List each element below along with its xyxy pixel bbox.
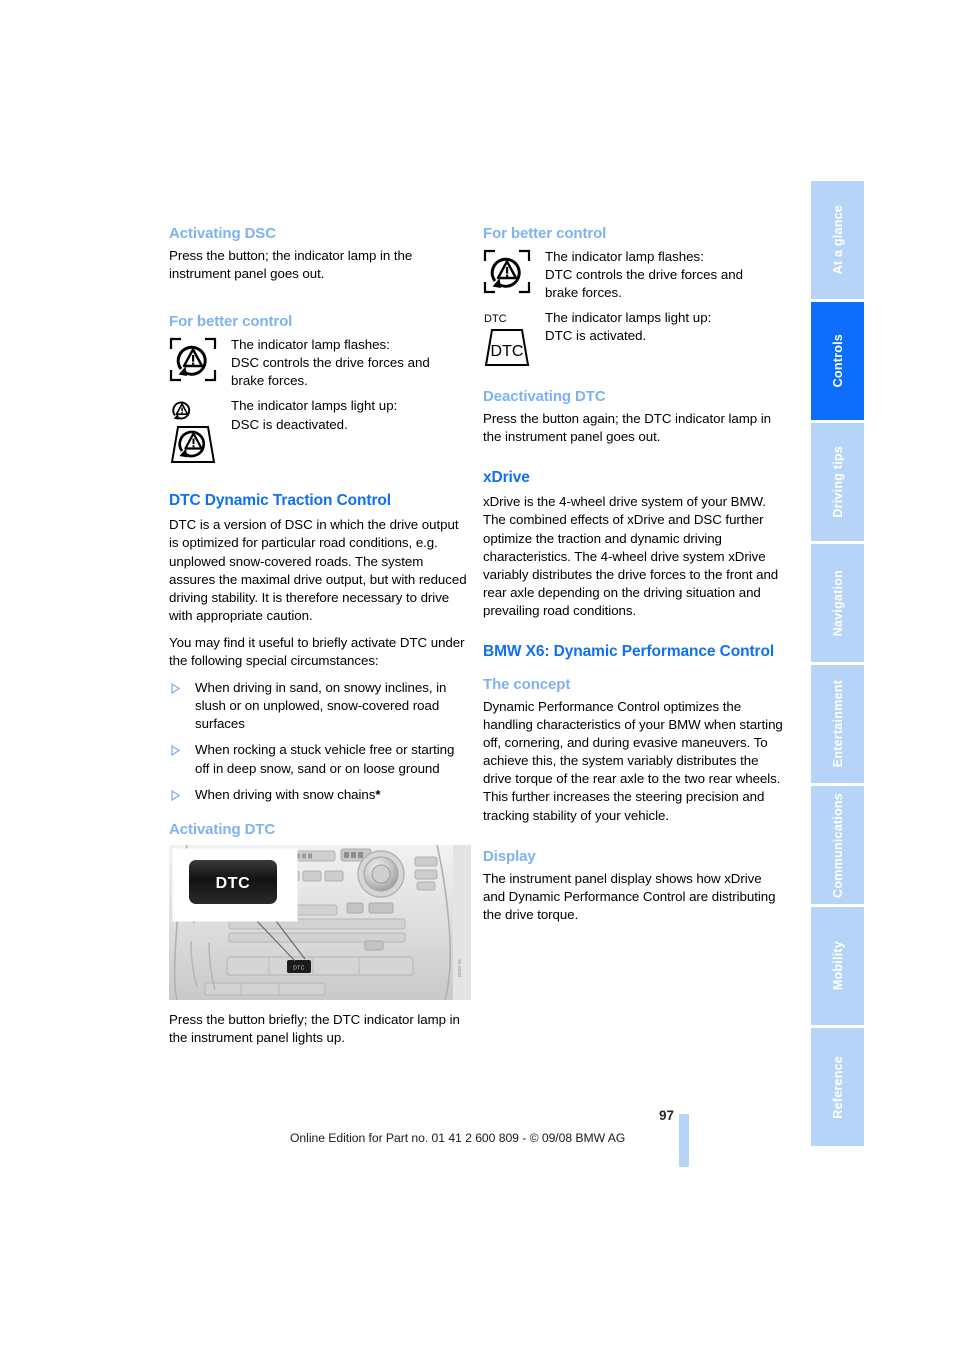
text-line: DSC is deactivated. [231, 416, 348, 432]
tab-label: Entertainment [830, 680, 845, 768]
center-console-dtc-button-illustration: DTC DTC BMW X6 [169, 844, 471, 1000]
text-line: The indicator lamp flashes: [231, 337, 390, 353]
bullet-triangle-icon [171, 789, 180, 801]
tab-label: Reference [830, 1055, 845, 1119]
text-line: DTC is activated. [545, 328, 647, 344]
text-line: The indicator lamps light up: [231, 398, 398, 414]
bullet-triangle-icon [171, 683, 180, 695]
heading-dtc-dynamic-traction-control: DTC Dynamic Traction Control [169, 492, 391, 510]
heading-the-concept: The concept [483, 675, 571, 693]
heading-deactivating-dtc: Deactivating DTC [483, 388, 606, 406]
text-line: The indicator lamp flashes: [545, 249, 704, 264]
icon-row-dtc-flashing-text: The indicator lamp flashes: DTC controls… [545, 247, 743, 302]
dtc-flashing-icon-glyph [483, 249, 545, 295]
heading-dynamic-performance-control: BMW X6: Dynamic Performance Control [483, 643, 775, 661]
paragraph-xdrive: xDrive is the 4-wheel drive system of yo… [483, 494, 779, 618]
paragraph-activating-dsc: Press the button; the indicator lamp in … [169, 248, 413, 282]
icon-row-dsc-off-text: The indicator lamps light up: DSC is dea… [231, 396, 397, 433]
page-number-bar [679, 1114, 689, 1167]
tab-label: Mobility [830, 941, 845, 991]
page-number: 97 [658, 1108, 674, 1123]
svg-text:DTC: DTC [293, 965, 304, 971]
list-item: When rocking a stuck vehicle free or sta… [169, 741, 471, 777]
paragraph-deactivating-dtc: Press the button again; the DTC indicato… [483, 411, 772, 445]
left-column: Activating DSC Press the button; the ind… [169, 225, 471, 1047]
icon-row-dsc-flashing: The indicator lamp flashes: DSC controls… [169, 335, 471, 390]
heading-display: Display [483, 847, 536, 865]
dsc-off-icon-glyph [169, 398, 231, 465]
callout-dtc-label: DTC [216, 875, 251, 892]
heading-for-better-control-dtc: For better control [483, 225, 607, 242]
dtc-on-icon-glyph: DTC DTC [483, 310, 545, 368]
dtc-small-label: DTC [484, 313, 507, 325]
heading-activating-dsc: Activating DSC [169, 225, 276, 242]
paragraph-the-concept: Dynamic Performance Control optimizes th… [483, 698, 783, 823]
section-tabs: At a glance Controls Driving tips Naviga… [811, 181, 864, 1149]
icon-row-dtc-on-text: The indicator lamps light up: DTC is act… [545, 308, 711, 345]
tab-at-a-glance[interactable]: At a glance [811, 181, 864, 299]
dtc-circumstances-list: When driving in sand, on snowy inclines,… [169, 679, 471, 804]
heading-xdrive: xDrive [483, 469, 530, 487]
icon-row-dsc-off: The indicator lamps light up: DSC is dea… [169, 396, 471, 465]
tab-reference[interactable]: Reference [811, 1028, 864, 1146]
dsc-off-icon [169, 396, 231, 465]
tab-mobility[interactable]: Mobility [811, 907, 864, 1025]
text-line: DSC controls the drive forces and [231, 355, 430, 371]
list-item: When driving in sand, on snowy inclines,… [169, 679, 471, 733]
paragraph-dtc-description: DTC is a version of DSC in which the dri… [169, 517, 467, 623]
footnote-asterisk: * [375, 786, 381, 802]
icon-row-dsc-flashing-text: The indicator lamp flashes: DSC controls… [231, 335, 430, 390]
tab-communications[interactable]: Communications [811, 786, 864, 904]
icon-row-dtc-flashing: The indicator lamp flashes: DTC controls… [483, 247, 785, 302]
svg-text:BMW X6: BMW X6 [457, 958, 462, 976]
list-item-label: When rocking a stuck vehicle free or sta… [195, 742, 455, 776]
tab-driving-tips[interactable]: Driving tips [811, 423, 864, 541]
right-column: For better control The indicator lamp fl… [483, 225, 785, 924]
tab-label: Controls [830, 334, 845, 388]
tab-controls[interactable]: Controls [811, 302, 864, 420]
tab-label: Communications [830, 792, 845, 898]
manual-page: Activating DSC Press the button; the ind… [0, 0, 954, 1350]
dsc-flashing-icon [169, 335, 231, 383]
heading-for-better-control-dsc: For better control [169, 313, 293, 331]
bullet-triangle-icon [171, 745, 180, 757]
icon-row-dtc-on: DTC DTC The indicator lamps light up: DT… [483, 308, 785, 368]
paragraph-dtc-circumstances-intro: You may find it useful to briefly activa… [169, 634, 465, 669]
text-line: DTC controls the drive forces and [545, 267, 744, 283]
list-item-label: When driving with snow chains [195, 786, 376, 802]
paragraph-display: The instrument panel display shows how x… [483, 870, 776, 922]
paragraph-activating-dtc: Press the button briefly; the DTC indica… [169, 1011, 460, 1045]
list-item-label: When driving in sand, on snowy inclines,… [195, 680, 447, 732]
heading-activating-dtc: Activating DTC [169, 820, 276, 838]
text-line: brake forces. [231, 373, 308, 389]
tab-label: At a glance [830, 205, 845, 275]
tab-entertainment[interactable]: Entertainment [811, 665, 864, 783]
tab-label: Navigation [830, 569, 845, 637]
text-line: The indicator lamps light up: [545, 310, 712, 326]
text-line: brake forces. [545, 285, 622, 301]
tab-label: Driving tips [830, 446, 845, 518]
dtc-large-label: DTC [491, 343, 524, 360]
dtc-flashing-icon [483, 247, 545, 295]
dtc-on-icon: DTC DTC [483, 308, 545, 368]
tab-navigation[interactable]: Navigation [811, 544, 864, 662]
dsc-flashing-icon-glyph [169, 337, 231, 383]
footer-note: Online Edition for Part no. 01 41 2 600 … [290, 1131, 626, 1145]
list-item: When driving with snow chains* [169, 786, 471, 804]
